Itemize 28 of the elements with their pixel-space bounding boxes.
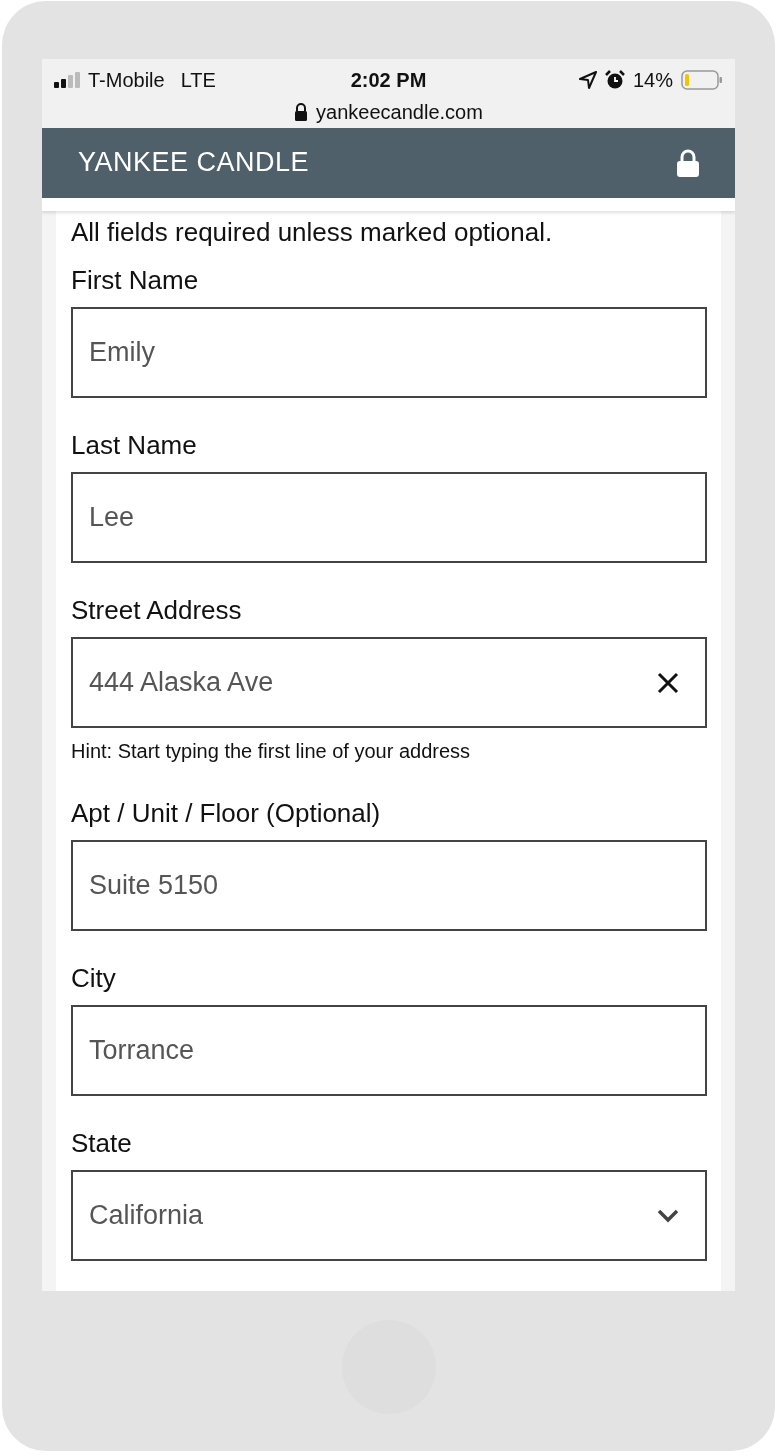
input-field[interactable]: Torrance [71,1005,707,1096]
hint-text: Hint: Start typing the first line of your address [71,740,472,762]
chevron-down-icon [657,1208,679,1223]
location-arrow-icon [578,71,597,89]
input-field[interactable]: Lee [71,472,707,563]
field-label: State [71,1127,133,1160]
field-label: Last Name [71,429,198,462]
field-label: City [71,962,117,995]
input-field[interactable]: 444 Alaska Ave [71,637,707,728]
battery-icon [681,70,723,90]
field-label: Apt / Unit / Floor (Optional) [71,797,382,830]
network-text: LTE [180,68,216,92]
alarm-clock-icon [604,70,625,90]
field-label: First Name [71,264,200,297]
input-field[interactable]: Suite 5150 [71,840,707,931]
battery-text: 14% [632,68,673,92]
intro-text: All fields required unless marked optional. [71,216,554,249]
signal-icon [54,72,80,88]
input-field[interactable]: Emily [71,307,707,398]
lock-icon [294,103,309,121]
brand-logo[interactable]: YANKEE CANDLE [78,147,310,179]
state-select[interactable]: California [71,1170,707,1261]
clock-text: 2:02 PM [350,68,427,92]
field-label: Street Address [71,594,243,627]
url-text: yankeecandle.com [316,100,483,124]
lock-icon [677,148,699,177]
clear-icon[interactable] [657,671,679,694]
carrier-text: T-Mobile [88,68,165,92]
